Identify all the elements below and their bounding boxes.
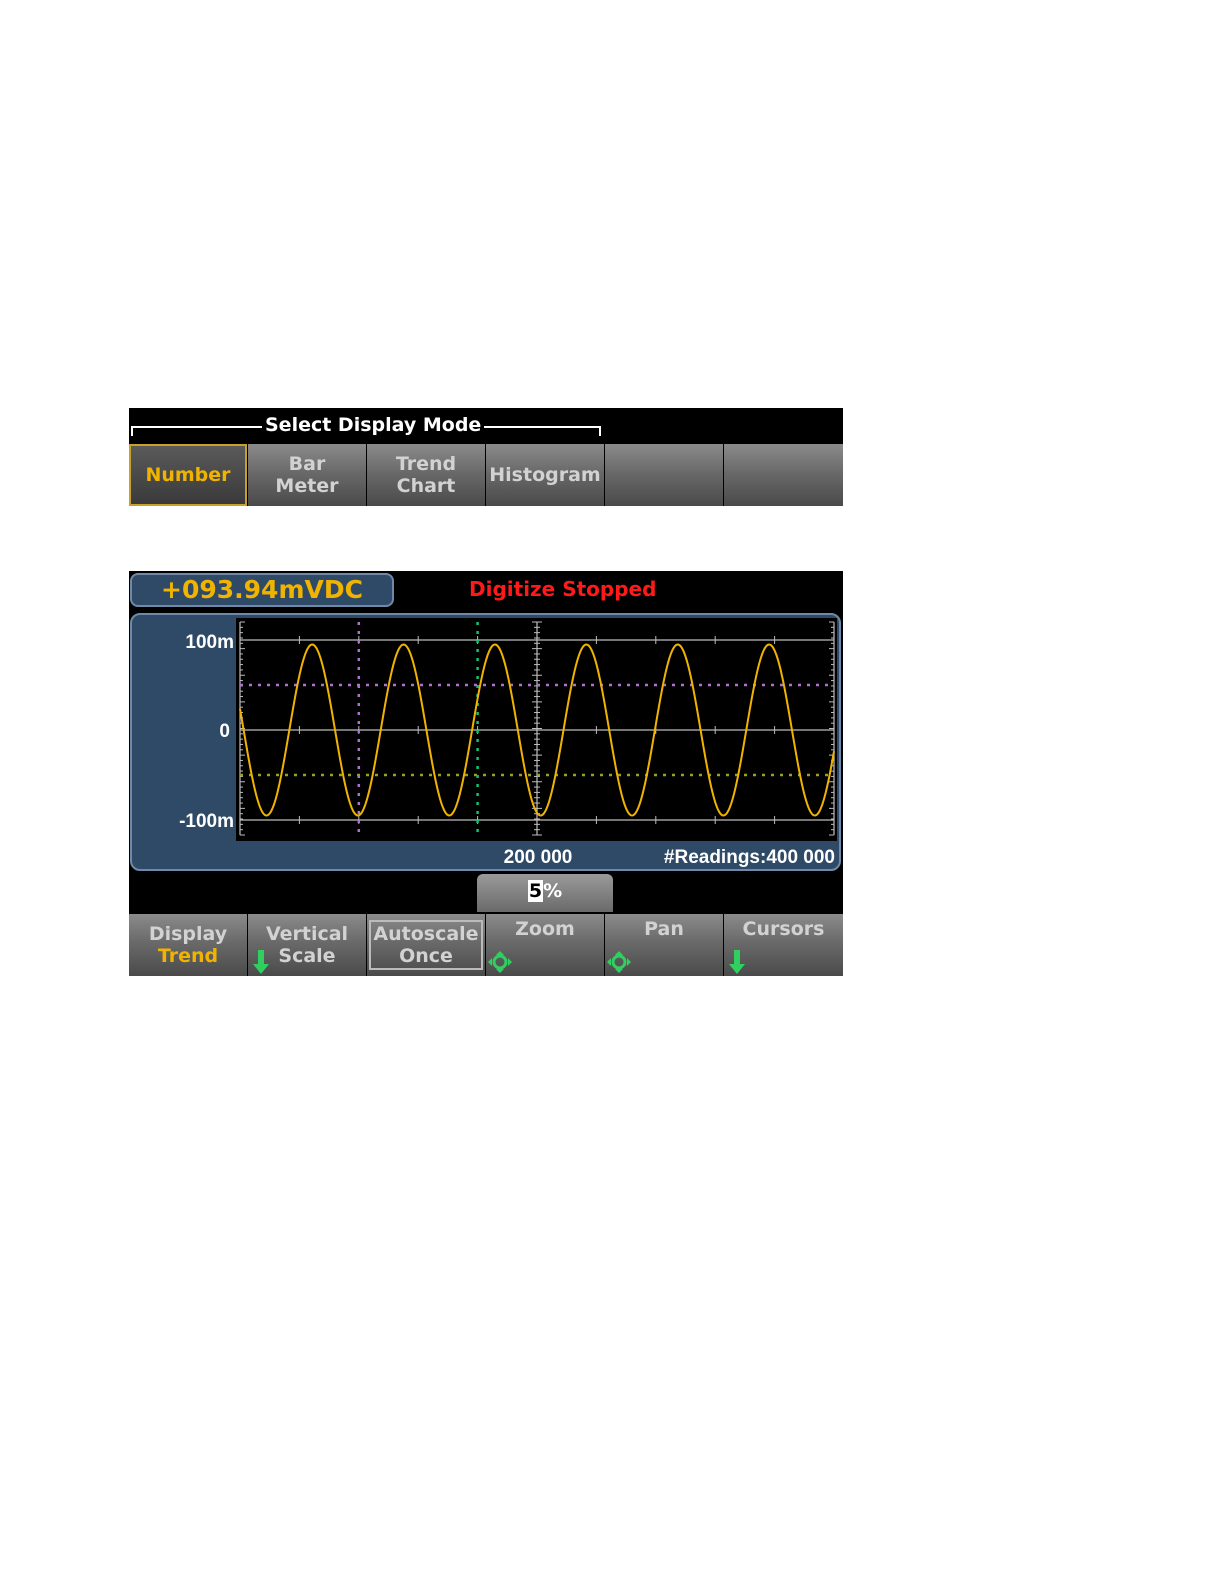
down-arrow-icon	[253, 950, 269, 974]
y-tick-label-bottom: -100m	[179, 811, 234, 832]
y-tick-label-top: 100m	[185, 632, 234, 653]
zoom-edit-cursor: 5	[527, 880, 544, 902]
softkey-bar-meter-line1: Bar	[288, 453, 326, 475]
softkey-pan[interactable]: Pan	[605, 914, 723, 976]
softkey-histogram-label: Histogram	[489, 464, 601, 486]
knob-icon	[488, 951, 512, 973]
softkey-display-line1: Display	[148, 923, 228, 945]
trend-chart: 100m 0 -100m 200 000 #Readings:400 000	[179, 618, 837, 868]
softkey-vertical-scale-line2: Scale	[278, 945, 336, 967]
x-tick-label-center: 200 000	[504, 847, 573, 868]
softkey-autoscale-line2: Once	[399, 945, 453, 967]
softkey-display[interactable]: Display Trend	[129, 914, 247, 976]
bracket-right-tick	[599, 426, 601, 436]
softkey-trend-chart-line1: Trend	[395, 453, 457, 475]
zoom-value-field[interactable]: 5%	[477, 874, 613, 912]
autoscale-box: Autoscale Once	[369, 920, 483, 970]
softkey-display-value: Trend	[157, 945, 219, 967]
mode-menu-header: Select Display Mode	[129, 408, 843, 442]
softkey-pan-label: Pan	[644, 918, 684, 940]
trend-chart-screen: +093.94mVDC Digitize Stopped 100m 0 -100…	[129, 571, 843, 976]
softkey-autoscale-once[interactable]: Autoscale Once	[367, 914, 485, 976]
y-tick-label-zero: 0	[219, 721, 230, 742]
softkey-trend-chart[interactable]: Trend Chart	[367, 444, 485, 506]
softkey-vertical-scale[interactable]: Vertical Scale	[248, 914, 366, 976]
down-arrow-icon	[729, 950, 745, 974]
readings-count: #Readings:400 000	[664, 847, 835, 868]
softkey-trend-chart-line2: Chart	[396, 475, 456, 497]
mode-softkeys: Number Bar Meter Trend Chart Histogram	[129, 444, 843, 506]
trend-softkeys: Display Trend Vertical Scale Autoscale O…	[129, 914, 843, 976]
softkey-number-label: Number	[145, 464, 231, 486]
softkey-bar-meter[interactable]: Bar Meter	[248, 444, 366, 506]
softkey-blank-5[interactable]	[605, 444, 723, 506]
softkey-vertical-scale-line1: Vertical	[265, 923, 349, 945]
softkey-cursors[interactable]: Cursors	[724, 914, 843, 976]
softkey-bar-meter-line2: Meter	[275, 475, 339, 497]
knob-icon	[607, 951, 631, 973]
softkey-zoom-label: Zoom	[515, 918, 575, 940]
softkey-autoscale-line1: Autoscale	[373, 923, 479, 945]
display-mode-menu: Select Display Mode Number Bar Meter Tre…	[129, 408, 843, 506]
softkey-histogram[interactable]: Histogram	[486, 444, 604, 506]
mode-menu-title: Select Display Mode	[262, 412, 485, 438]
measurement-reading: +093.94mVDC	[130, 573, 394, 607]
softkey-zoom[interactable]: Zoom	[486, 914, 604, 976]
chart-frame: 100m 0 -100m 200 000 #Readings:400 000	[130, 613, 841, 871]
zoom-value-unit: %	[543, 880, 563, 902]
softkey-cursors-label: Cursors	[742, 918, 825, 940]
status-message: Digitize Stopped	[469, 577, 657, 601]
softkey-number[interactable]: Number	[129, 444, 247, 506]
softkey-blank-6[interactable]	[724, 444, 843, 506]
